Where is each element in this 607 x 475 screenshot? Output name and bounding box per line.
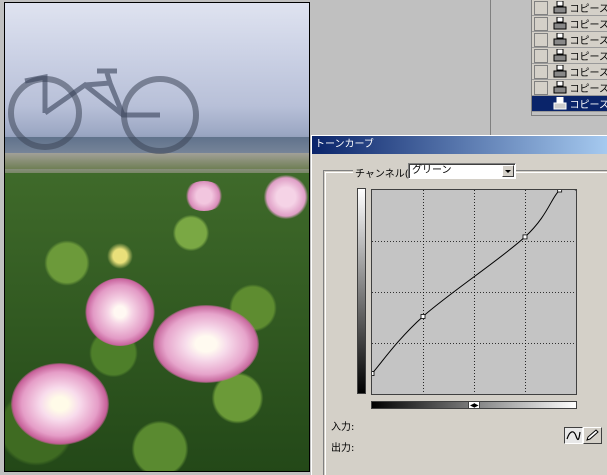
dialog-title[interactable]: トーンカーブ [312, 136, 607, 154]
curve-grid [372, 190, 576, 394]
photo-canvas[interactable] [5, 3, 309, 471]
curve-control-point[interactable] [420, 314, 426, 319]
layers-list: コピース コピース コピース コピース コピース コピース コピース [531, 0, 607, 116]
stamp-icon [553, 64, 567, 78]
flower-pink [11, 363, 109, 445]
layer-name: コピース [569, 100, 607, 111]
stamp-icon [553, 48, 567, 62]
flower-small [263, 175, 309, 219]
stamp-icon [553, 96, 567, 110]
visibility-toggle[interactable] [534, 64, 548, 79]
curve-control-point[interactable] [522, 234, 528, 240]
visibility-toggle[interactable] [534, 0, 548, 15]
channel-select[interactable]: グリーン [408, 163, 516, 179]
layer-row[interactable]: コピース [532, 16, 607, 32]
output-label: 出力: [331, 443, 355, 454]
stamp-icon [553, 80, 567, 94]
flower-pink [85, 278, 155, 346]
layer-name: コピース [569, 84, 607, 95]
arrow-right-icon: ▶ [474, 402, 479, 409]
midpoint-slider[interactable]: ◀ ▶ [468, 401, 480, 409]
layer-row[interactable]: コピース [532, 64, 607, 80]
channel-value: グリーン [412, 165, 452, 176]
curve-tools [564, 427, 604, 444]
input-label: 入力: [331, 422, 355, 433]
visibility-toggle[interactable] [534, 96, 548, 111]
flower-pink [153, 305, 259, 383]
input-gradient-bar[interactable]: ◀ ▶ [371, 401, 577, 409]
layer-name: コピース [569, 20, 607, 31]
bicycle-image [8, 68, 199, 154]
curve-tool-button[interactable] [564, 427, 583, 444]
stamp-icon [553, 0, 567, 14]
layer-row-selected[interactable]: コピース [532, 96, 607, 112]
visibility-toggle[interactable] [534, 16, 548, 31]
layer-row[interactable]: コピース [532, 48, 607, 64]
visibility-toggle[interactable] [534, 32, 548, 47]
layer-row[interactable]: コピース [532, 32, 607, 48]
curve-points[interactable] [369, 187, 563, 377]
flower-small [183, 181, 225, 211]
stamp-icon [553, 32, 567, 46]
chevron-down-icon[interactable] [502, 165, 514, 177]
curve-svg[interactable] [369, 186, 577, 394]
curve-control-point[interactable] [369, 371, 375, 377]
output-gradient-bar [357, 188, 366, 394]
layer-name: コピース [569, 4, 607, 15]
visibility-toggle[interactable] [534, 80, 548, 95]
tone-curve-line[interactable] [371, 186, 577, 374]
layer-row[interactable]: コピース [532, 80, 607, 96]
layer-name: コピース [569, 52, 607, 63]
layer-name: コピース [569, 68, 607, 79]
layers-panel: コピース コピース コピース コピース コピース コピース コピース [490, 0, 607, 135]
pencil-tool-icon [586, 429, 599, 441]
pencil-tool-button[interactable] [583, 427, 602, 444]
tone-curve-dialog: トーンカーブ チャンネル(C): グリーン ◀ ▶ 入力: 出力: [311, 135, 607, 475]
curve-control-point[interactable] [557, 187, 563, 193]
curve-graph[interactable] [369, 186, 577, 395]
curve-tool-icon [566, 431, 581, 441]
layer-row[interactable]: コピース [532, 0, 607, 16]
flower-yellow [105, 243, 135, 269]
stamp-icon [553, 16, 567, 30]
visibility-toggle[interactable] [534, 48, 548, 63]
layer-name: コピース [569, 36, 607, 47]
